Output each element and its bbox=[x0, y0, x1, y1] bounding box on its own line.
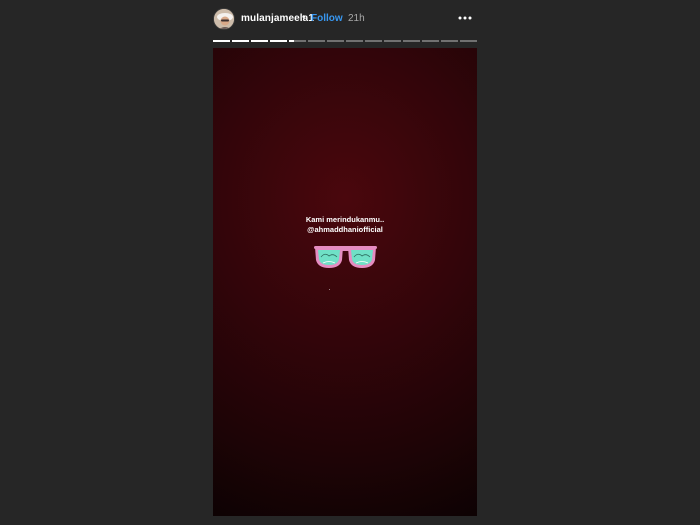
progress-segment bbox=[422, 40, 439, 42]
caption-mention[interactable]: @ahmaddhaniofficial bbox=[213, 225, 477, 235]
progress-segment bbox=[384, 40, 401, 42]
progress-segment bbox=[289, 40, 306, 42]
story-caption: Kami merindukanmu.. @ahmaddhaniofficial bbox=[213, 215, 477, 235]
progress-segment bbox=[365, 40, 382, 42]
progress-segment bbox=[346, 40, 363, 42]
speck bbox=[329, 289, 330, 290]
progress-segment bbox=[270, 40, 287, 42]
separator-dot: • bbox=[302, 12, 306, 23]
progress-segment-fill bbox=[270, 40, 287, 42]
more-options-button[interactable] bbox=[457, 11, 473, 25]
pink-sunglasses-icon bbox=[314, 246, 377, 268]
avatar[interactable] bbox=[213, 8, 235, 30]
story-viewer: mulanjameela1 • Follow 21h Kami merinduk… bbox=[0, 0, 700, 525]
progress-segment bbox=[460, 40, 477, 42]
progress-segment bbox=[232, 40, 249, 42]
progress-segment bbox=[441, 40, 458, 42]
progress-segment-fill bbox=[289, 40, 295, 42]
progress-segment bbox=[308, 40, 325, 42]
follow-button[interactable]: Follow bbox=[311, 13, 343, 24]
caption-line-1: Kami merindukanmu.. bbox=[305, 215, 385, 224]
more-options-icon bbox=[458, 16, 472, 20]
progress-segment bbox=[403, 40, 420, 42]
user-avatar-icon bbox=[214, 9, 234, 29]
story-header: mulanjameela1 • Follow 21h bbox=[213, 8, 477, 32]
story-progress-bar bbox=[213, 40, 477, 42]
progress-segment bbox=[213, 40, 230, 42]
progress-segment-fill bbox=[251, 40, 268, 42]
story-content[interactable]: Kami merindukanmu.. @ahmaddhaniofficial bbox=[213, 48, 477, 516]
timestamp: 21h bbox=[348, 13, 365, 24]
progress-segment-fill bbox=[232, 40, 249, 42]
progress-segment bbox=[327, 40, 344, 42]
progress-segment bbox=[251, 40, 268, 42]
progress-segment-fill bbox=[213, 40, 230, 42]
